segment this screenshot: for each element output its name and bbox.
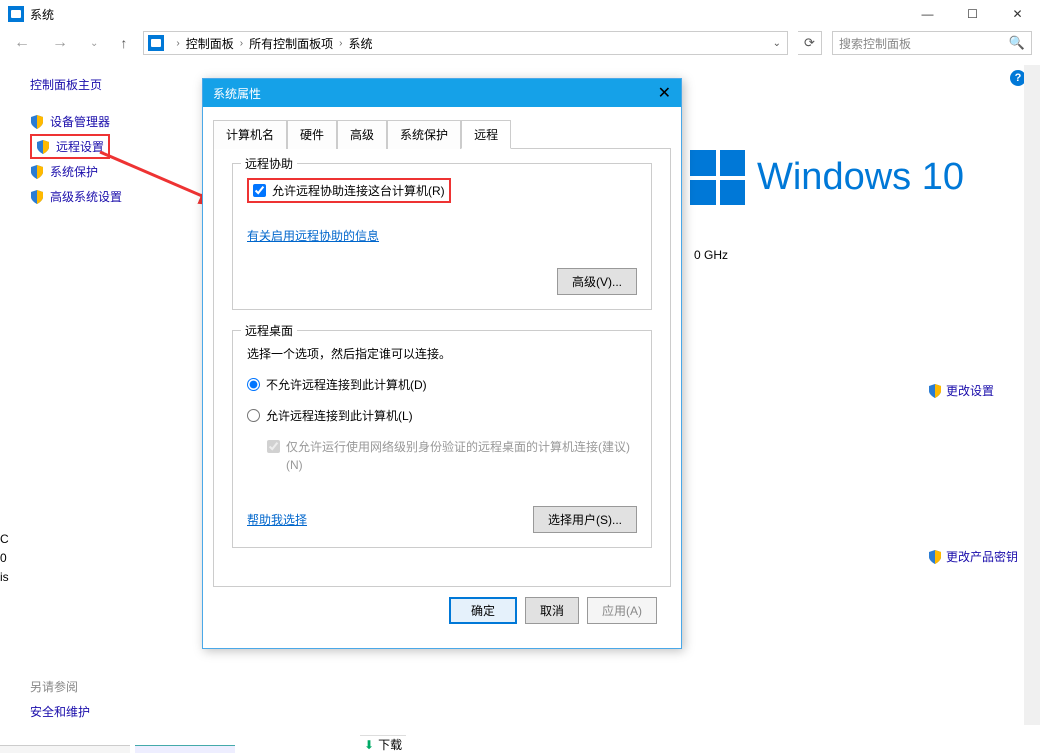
tab-computer-name[interactable]: 计算机名 [213,120,287,149]
radio-disallow-remote-label: 不允许远程连接到此计算机(D) [266,376,427,393]
sidebar-item-label: 远程设置 [56,138,104,155]
change-settings-label: 更改设置 [946,382,994,399]
windows-logo-section: Windows 10 [690,150,964,205]
nav-bar: ← → ⌄ ↑ › 控制面板 › 所有控制面板项 › 系统 ⌄ ⟳ 搜索控制面板… [8,28,1032,58]
radio-allow-remote-row[interactable]: 允许远程连接到此计算机(L) [247,407,637,424]
cutoff-text: C 0 is [0,530,9,588]
tab-remote[interactable]: 远程 [461,120,511,149]
sidebar: 控制面板主页 设备管理器 远程设置 系统保护 高级系统设置 [30,70,200,209]
help-me-choose-link[interactable]: 帮助我选择 [247,511,307,528]
remote-assistance-group: 远程协助 允许远程协助连接这台计算机(R) 有关启用远程协助的信息 高级(V).… [232,163,652,310]
scrollbar[interactable] [1024,65,1040,725]
remote-desktop-group: 远程桌面 选择一个选项，然后指定谁可以连接。 不允许远程连接到此计算机(D) 允… [232,330,652,548]
radio-allow-remote-label: 允许远程连接到此计算机(L) [266,407,413,424]
security-maintenance-link[interactable]: 安全和维护 [30,703,90,720]
dialog-titlebar[interactable]: 系统属性 ✕ [203,79,681,107]
windows-logo-text: Windows 10 [757,156,964,199]
remote-desktop-legend: 远程桌面 [241,322,297,339]
address-icon [148,35,164,51]
tab-advanced[interactable]: 高级 [337,120,387,149]
taskbar-fragment [135,745,235,753]
breadcrumb-sep: › [339,38,342,49]
address-bar[interactable]: › 控制面板 › 所有控制面板项 › 系统 ⌄ [143,31,788,55]
tab-hardware[interactable]: 硬件 [287,120,337,149]
shield-icon [928,550,942,564]
remote-desktop-desc: 选择一个选项，然后指定谁可以连接。 [247,345,637,362]
sidebar-home[interactable]: 控制面板主页 [30,70,200,99]
nav-back-button[interactable]: ← [8,30,36,56]
nav-history-dropdown[interactable]: ⌄ [84,34,104,53]
download-icon: ⬇ [364,738,374,752]
remote-assist-info-link[interactable]: 有关启用远程协助的信息 [247,227,637,244]
search-icon[interactable]: 🔍 [1009,35,1025,51]
remote-assist-advanced-button[interactable]: 高级(V)... [557,268,637,295]
shield-icon [928,384,942,398]
select-users-button[interactable]: 选择用户(S)... [533,506,637,533]
see-also-header: 另请参阅 [30,678,90,695]
downloads-task-item[interactable]: ⬇ 下载 [360,735,406,753]
change-key-label: 更改产品密钥 [946,548,1018,565]
ok-button[interactable]: 确定 [449,597,517,624]
window-titlebar: 系统 [8,0,1040,28]
minimize-button[interactable]: — [905,0,950,28]
sidebar-item-system-protection[interactable]: 系统保护 [30,159,200,184]
nav-up-button[interactable]: ↑ [114,31,133,55]
breadcrumb[interactable]: 系统 [348,35,372,52]
system-properties-dialog: 系统属性 ✕ 计算机名 硬件 高级 系统保护 远程 远程协助 允许远程协助连接这… [202,78,682,649]
breadcrumb-sep: › [176,38,179,49]
allow-remote-assistance-label: 允许远程协助连接这台计算机(R) [272,182,445,199]
downloads-label: 下载 [378,736,402,753]
search-input[interactable]: 搜索控制面板 🔍 [832,31,1032,55]
maximize-button[interactable]: ☐ [950,0,995,28]
change-product-key-link[interactable]: 更改产品密钥 [928,548,1018,565]
sidebar-item-remote-settings[interactable]: 远程设置 [30,134,110,159]
sidebar-item-label: 高级系统设置 [50,188,122,205]
shield-icon [30,115,44,129]
change-settings-link[interactable]: 更改设置 [928,382,994,399]
radio-disallow-remote-row[interactable]: 不允许远程连接到此计算机(D) [247,376,637,393]
windows-logo-icon [690,150,745,205]
window-title: 系统 [30,6,54,23]
nla-only-checkbox-row: 仅允许运行使用网络级别身份验证的远程桌面的计算机连接(建议)(N) [267,438,637,474]
breadcrumb[interactable]: 所有控制面板项 [249,35,333,52]
search-placeholder: 搜索控制面板 [839,35,911,52]
allow-remote-assistance-checkbox[interactable] [253,184,266,197]
nla-only-checkbox [267,440,280,453]
close-button[interactable]: ✕ [995,0,1040,28]
cpu-ghz-text: 0 GHz [694,248,728,262]
allow-remote-assistance-checkbox-row[interactable]: 允许远程协助连接这台计算机(R) [247,178,451,203]
apply-button: 应用(A) [587,597,657,624]
breadcrumb[interactable]: 控制面板 [186,35,234,52]
dialog-footer: 确定 取消 应用(A) [213,587,671,638]
dialog-title: 系统属性 [213,85,261,102]
see-also-section: 另请参阅 安全和维护 [30,678,90,720]
dialog-tabs: 计算机名 硬件 高级 系统保护 远程 [213,119,671,149]
radio-disallow-remote[interactable] [247,378,260,391]
radio-allow-remote[interactable] [247,409,260,422]
shield-icon [30,190,44,204]
cancel-button[interactable]: 取消 [525,597,579,624]
tab-system-protection[interactable]: 系统保护 [387,120,461,149]
nav-forward-button[interactable]: → [46,30,74,56]
sidebar-item-device-manager[interactable]: 设备管理器 [30,109,200,134]
tab-content-remote: 远程协助 允许远程协助连接这台计算机(R) 有关启用远程协助的信息 高级(V).… [213,149,671,587]
window-buttons: — ☐ ✕ [905,0,1040,28]
taskbar-fragment [0,745,130,753]
address-dropdown-icon[interactable]: ⌄ [769,36,785,51]
sidebar-item-label: 系统保护 [50,163,98,180]
dialog-close-button[interactable]: ✕ [658,83,671,103]
remote-assistance-legend: 远程协助 [241,155,297,172]
sidebar-item-label: 设备管理器 [50,113,110,130]
breadcrumb-sep: › [240,38,243,49]
shield-icon [30,165,44,179]
system-icon [8,6,24,22]
refresh-button[interactable]: ⟳ [798,31,822,55]
nla-only-label: 仅允许运行使用网络级别身份验证的远程桌面的计算机连接(建议)(N) [286,438,637,474]
shield-icon [36,140,50,154]
sidebar-item-advanced-settings[interactable]: 高级系统设置 [30,184,200,209]
